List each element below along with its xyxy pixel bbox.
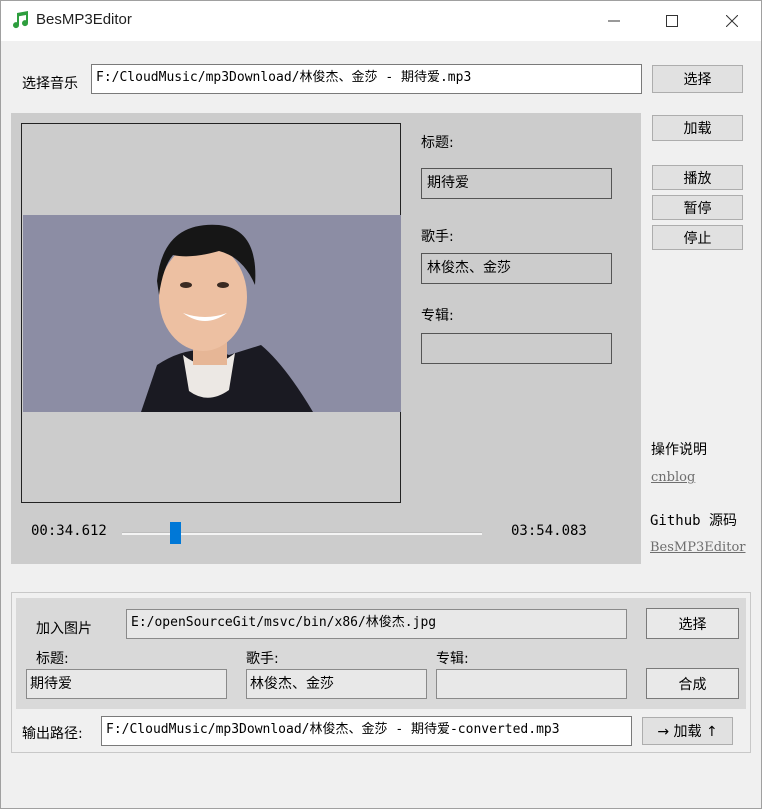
- github-label: Github 源码: [650, 513, 738, 529]
- compose-button[interactable]: 合成: [646, 668, 739, 699]
- cnblog-link[interactable]: cnblog: [651, 470, 695, 485]
- minimize-icon: [608, 20, 620, 22]
- compose-album-label: 专辑:: [436, 651, 469, 667]
- github-link[interactable]: BesMP3Editor: [650, 540, 745, 555]
- compose-artist-label: 歌手:: [246, 651, 279, 667]
- music-path-input[interactable]: F:/CloudMusic/mp3Download/林俊杰、金莎 - 期待爱.m…: [91, 64, 642, 94]
- album-art-frame: [21, 123, 401, 503]
- seek-thumb[interactable]: [170, 522, 181, 544]
- image-path-input[interactable]: E:/openSourceGit/msvc/bin/x86/林俊杰.jpg: [126, 609, 627, 639]
- app-window: BesMP3Editor 选择音乐 F:/CloudMusic/mp3Downl…: [0, 0, 762, 809]
- current-time: 00:34.612: [31, 523, 107, 539]
- close-icon: [726, 15, 738, 27]
- compose-title-label: 标题:: [36, 651, 69, 667]
- title-value: 期待爱: [421, 168, 612, 199]
- music-label: 选择音乐: [22, 76, 78, 92]
- artist-value: 林俊杰、金莎: [421, 253, 612, 284]
- title-label: 标题:: [421, 135, 454, 151]
- play-button[interactable]: 播放: [652, 165, 743, 190]
- seek-slider[interactable]: [122, 522, 482, 544]
- album-art-image: [23, 215, 401, 412]
- window-title: BesMP3Editor: [36, 11, 132, 28]
- select-image-button[interactable]: 选择: [646, 608, 739, 639]
- total-time: 03:54.083: [511, 523, 587, 539]
- artist-label: 歌手:: [421, 229, 454, 245]
- image-label: 加入图片: [36, 621, 92, 637]
- output-label: 输出路径:: [22, 726, 83, 742]
- minimize-button[interactable]: [591, 1, 637, 41]
- stop-button[interactable]: 停止: [652, 225, 743, 250]
- compose-title-input[interactable]: 期待爱: [26, 669, 227, 699]
- output-load-button[interactable]: → 加载 ↑: [642, 717, 733, 745]
- select-music-button[interactable]: 选择: [652, 65, 743, 93]
- close-button[interactable]: [709, 1, 755, 41]
- music-note-icon: [11, 10, 31, 30]
- title-bar: BesMP3Editor: [1, 1, 761, 41]
- maximize-icon: [666, 15, 678, 27]
- compose-album-input[interactable]: [436, 669, 627, 699]
- help-label: 操作说明: [651, 442, 707, 458]
- maximize-button[interactable]: [649, 1, 695, 41]
- compose-artist-input[interactable]: 林俊杰、金莎: [246, 669, 427, 699]
- output-path-input[interactable]: F:/CloudMusic/mp3Download/林俊杰、金莎 - 期待爱-c…: [101, 716, 632, 746]
- album-label: 专辑:: [421, 308, 454, 324]
- pause-button[interactable]: 暂停: [652, 195, 743, 220]
- album-value: [421, 333, 612, 364]
- load-button[interactable]: 加载: [652, 115, 743, 141]
